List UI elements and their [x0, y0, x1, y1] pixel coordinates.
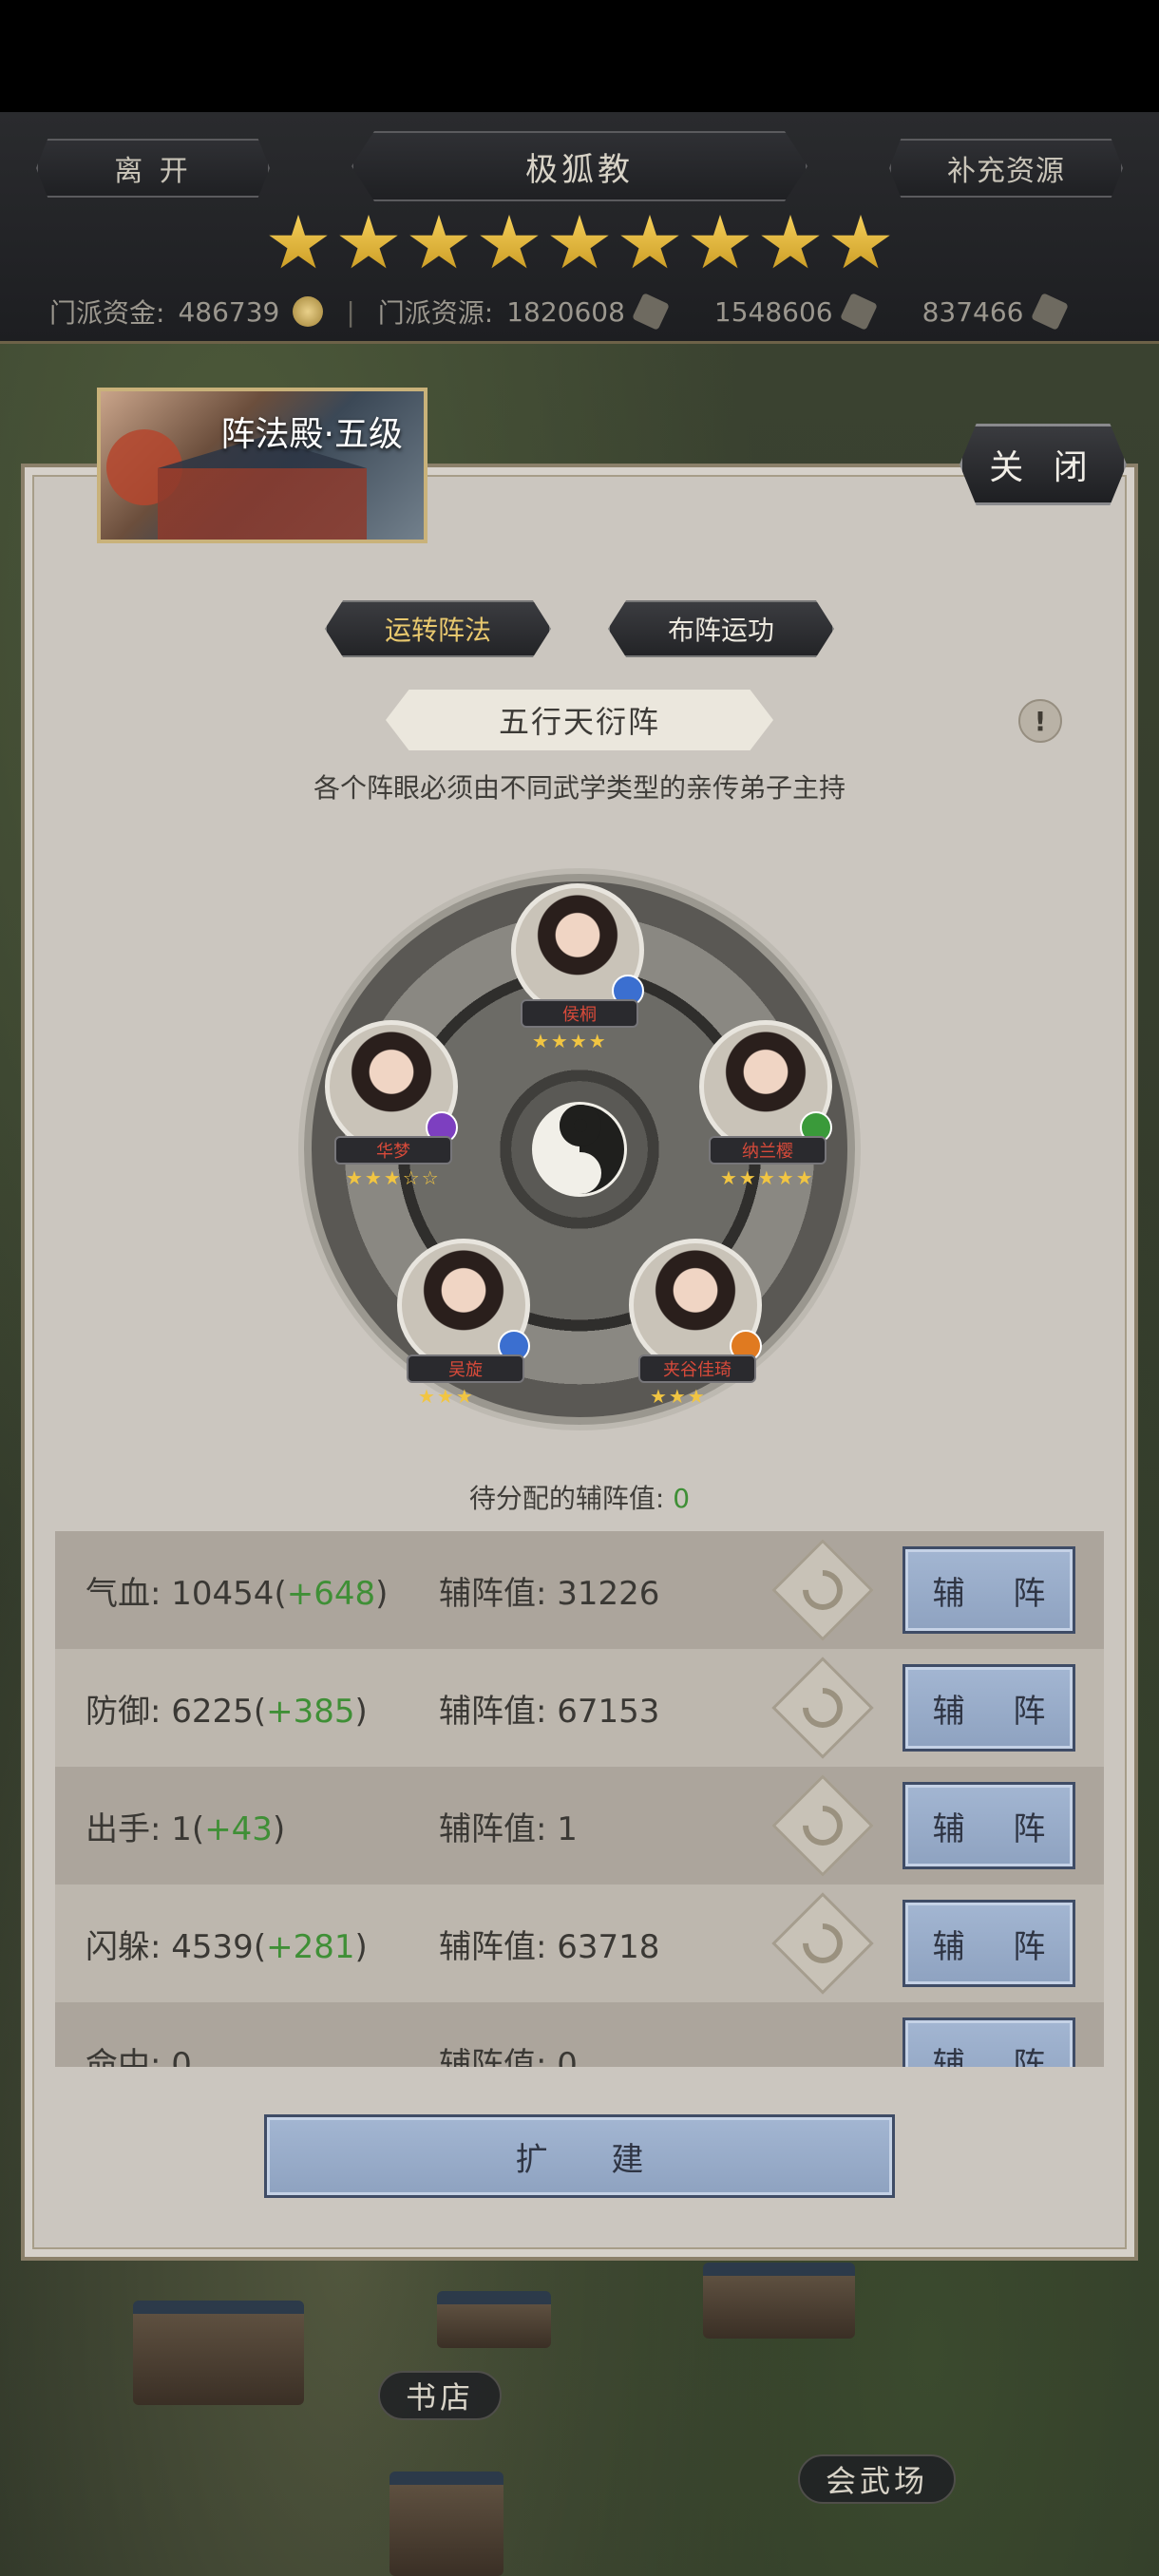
wood-value: 1548606 [713, 295, 833, 328]
coin-icon [293, 296, 324, 327]
formation-name: 五行天衍阵 [386, 690, 773, 750]
wood-icon [839, 293, 878, 331]
funds-value: 486739 [178, 295, 280, 328]
cycle-icon[interactable] [771, 1774, 874, 1877]
assist-button[interactable]: 辅 阵 [902, 1546, 1075, 1634]
disciple-stars: ★★★★★ [720, 1166, 815, 1189]
panel-title: 阵法殿·五级 [220, 415, 403, 454]
cycle-icon[interactable] [771, 1539, 874, 1641]
disciple-slot[interactable]: 夹谷佳琦 ★★★ [629, 1239, 762, 1410]
sect-name: 极狐教 [352, 131, 808, 201]
assist-value: 辅阵值: 1 [439, 1809, 578, 1848]
stat-row-defense: 防御: 6225(+385) 辅阵值: 67153 辅 阵 [55, 1649, 1104, 1767]
formation-hint: 各个阵眼必须由不同武学类型的亲传弟子主持 [313, 772, 846, 804]
tab-arrange-formation[interactable]: 布阵运功 [608, 600, 834, 657]
map-building[interactable] [390, 2472, 504, 2576]
assist-value: 辅阵值: 31226 [439, 1574, 660, 1613]
disciple-stars: ★★★★ [532, 1030, 608, 1052]
stat-row-dodge: 闪躲: 4539(+281) 辅阵值: 63718 辅 阵 [55, 1885, 1104, 2002]
assist-button[interactable]: 辅 阵 [902, 1664, 1075, 1752]
stat-label: 防御: 6225(+385) [86, 1692, 368, 1731]
supply-resources-button[interactable]: 补充资源 [889, 139, 1123, 198]
disciple-name: 吴旋 [407, 1354, 524, 1383]
assist-value: 辅阵值: 0 [439, 2045, 578, 2068]
stats-list[interactable]: 气血: 10454(+648) 辅阵值: 31226 辅 阵 防御: 6225(… [55, 1531, 1104, 2067]
star-icon [409, 215, 468, 269]
disciple-stars: ★★★ [650, 1385, 707, 1408]
disciple-name: 华梦 [334, 1136, 452, 1165]
assist-button[interactable]: 辅 阵 [902, 2017, 1075, 2067]
ore-icon [631, 293, 670, 331]
assist-value: 辅阵值: 67153 [439, 1692, 660, 1731]
sect-header: 离 开 极狐教 补充资源 门派资金: 486739 | 门派资源: 182060… [0, 112, 1159, 344]
star-icon [339, 215, 398, 269]
star-icon [761, 215, 820, 269]
pending-label: 待分配的辅阵值: [468, 1483, 665, 1514]
expand-button[interactable]: 扩 建 [264, 2114, 895, 2198]
stat-label: 命中: 0 [86, 2045, 192, 2068]
disciple-slot[interactable]: 华梦 ★★★☆☆ [325, 1020, 458, 1191]
disciple-slot[interactable]: 纳兰樱 ★★★★★ [699, 1020, 832, 1191]
disciple-slot[interactable]: 侯桐 ★★★★ [511, 883, 644, 1054]
sect-rating-stars [268, 215, 891, 274]
star-icon [550, 215, 609, 269]
assist-button[interactable]: 辅 阵 [902, 1900, 1075, 1987]
star-icon [269, 215, 328, 269]
assist-button[interactable]: 辅 阵 [902, 1782, 1075, 1869]
assist-value: 辅阵值: 63718 [439, 1927, 660, 1966]
leave-button[interactable]: 离 开 [36, 139, 270, 198]
star-icon [831, 215, 890, 269]
disciple-name: 夹谷佳琦 [638, 1354, 756, 1383]
stone-value: 837466 [922, 295, 1024, 328]
star-icon [480, 215, 539, 269]
status-bar [0, 0, 1159, 112]
stat-label: 气血: 10454(+648) [86, 1574, 389, 1613]
disciple-name: 侯桐 [521, 999, 638, 1028]
stat-label: 闪躲: 4539(+281) [86, 1927, 368, 1966]
panel-title-card: 阵法殿·五级 [97, 388, 428, 543]
disciple-name: 纳兰樱 [709, 1136, 826, 1165]
map-building[interactable] [703, 2263, 855, 2339]
arena-label[interactable]: 会武场 [798, 2454, 956, 2504]
info-icon[interactable]: ! [1018, 699, 1062, 743]
map-building[interactable] [133, 2301, 304, 2405]
funds-label: 门派资金: [49, 297, 165, 329]
disciple-stars: ★★★ [418, 1385, 475, 1408]
cycle-icon[interactable] [771, 1892, 874, 1995]
pending-assist: 待分配的辅阵值: 0 [0, 1478, 1159, 1516]
stone-icon [1030, 293, 1069, 331]
tab-run-formation[interactable]: 运转阵法 [325, 600, 551, 657]
stat-row-hit: 命中: 0 辅阵值: 0 辅 阵 [55, 2002, 1104, 2067]
disciple-slot[interactable]: 吴旋 ★★★ [397, 1239, 530, 1410]
star-icon [691, 215, 750, 269]
close-button[interactable]: 关 闭 [960, 424, 1127, 505]
stat-row-speed: 出手: 1(+43) 辅阵值: 1 辅 阵 [55, 1767, 1104, 1885]
separator: | [346, 295, 355, 328]
cycle-icon[interactable] [771, 1657, 874, 1759]
disciple-stars: ★★★☆☆ [346, 1166, 441, 1189]
resource-row: 门派资金: 486739 | 门派资源: 1820608 1548606 837… [49, 293, 1069, 331]
resources-value: 1820608 [506, 295, 625, 328]
pending-value: 0 [673, 1483, 691, 1514]
map-building[interactable] [437, 2291, 551, 2348]
resources-label: 门派资源: [377, 297, 494, 329]
stat-label: 出手: 1(+43) [86, 1809, 286, 1848]
bookstore-label[interactable]: 书店 [378, 2371, 502, 2420]
yin-yang-icon [532, 1102, 627, 1197]
stat-row-hp: 气血: 10454(+648) 辅阵值: 31226 辅 阵 [55, 1531, 1104, 1649]
star-icon [620, 215, 679, 269]
